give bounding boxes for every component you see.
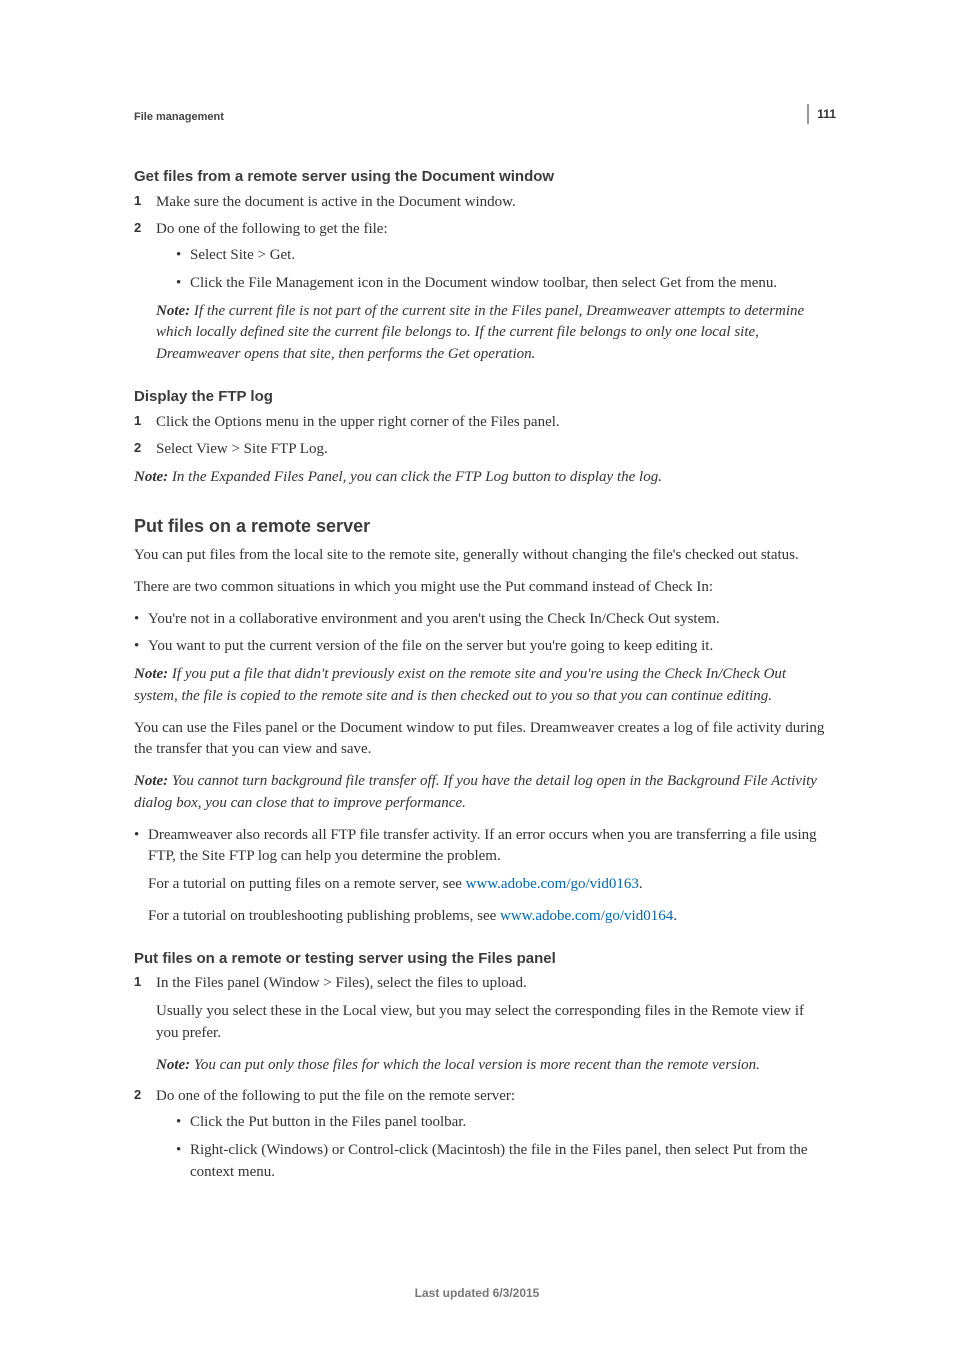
bullet-list: You're not in a collaborative environmen… bbox=[134, 609, 828, 659]
step-item: Do one of the following to put the file … bbox=[134, 1086, 828, 1183]
note-label: Note: bbox=[156, 303, 190, 319]
body-paragraph: There are two common situations in which… bbox=[134, 577, 828, 599]
step-text: Do one of the following to put the file … bbox=[156, 1088, 515, 1104]
note-label: Note: bbox=[134, 666, 168, 682]
sub-bullet-list: Click the Put button in the Files panel … bbox=[176, 1112, 828, 1183]
document-page: 111 File management Get files from a rem… bbox=[0, 0, 954, 1350]
list-item-text: Dreamweaver also records all FTP file tr… bbox=[148, 827, 817, 865]
steps-list: Make sure the document is active in the … bbox=[134, 192, 828, 366]
running-head: File management bbox=[134, 110, 828, 126]
page-number: 111 bbox=[807, 104, 836, 124]
note-paragraph: Note: In the Expanded Files Panel, you c… bbox=[134, 467, 828, 489]
body-paragraph: You can put files from the local site to… bbox=[134, 545, 828, 567]
sub-bullet-list: Select Site > Get. Click the File Manage… bbox=[176, 245, 828, 295]
section-heading-put-files-remote-server: Put files on a remote server bbox=[134, 513, 828, 539]
note-paragraph: Note: You can put only those files for w… bbox=[156, 1055, 828, 1077]
note-paragraph: Note: If the current file is not part of… bbox=[156, 301, 828, 366]
note-body: If the current file is not part of the c… bbox=[156, 303, 804, 363]
list-item: Right-click (Windows) or Control-click (… bbox=[176, 1140, 828, 1184]
list-item: Select Site > Get. bbox=[176, 245, 828, 267]
bullet-list: Dreamweaver also records all FTP file tr… bbox=[134, 825, 828, 928]
steps-list: In the Files panel (Window > Files), sel… bbox=[134, 973, 828, 1183]
steps-list: Click the Options menu in the upper righ… bbox=[134, 412, 828, 462]
body-paragraph: For a tutorial on troubleshooting publis… bbox=[148, 906, 828, 928]
step-item: Make sure the document is active in the … bbox=[134, 192, 828, 214]
text-run: . bbox=[673, 908, 677, 924]
body-paragraph: You can use the Files panel or the Docum… bbox=[134, 718, 828, 762]
note-paragraph: Note: You cannot turn background file tr… bbox=[134, 771, 828, 815]
step-text: Do one of the following to get the file: bbox=[156, 221, 388, 237]
step-text: In the Files panel (Window > Files), sel… bbox=[156, 975, 527, 991]
note-label: Note: bbox=[156, 1057, 190, 1073]
note-body: In the Expanded Files Panel, you can cli… bbox=[168, 469, 662, 485]
section-heading-get-files-document-window: Get files from a remote server using the… bbox=[134, 166, 828, 188]
step-item: In the Files panel (Window > Files), sel… bbox=[134, 973, 828, 1076]
section-heading-put-files-panel: Put files on a remote or testing server … bbox=[134, 948, 828, 970]
tutorial-link-vid0164[interactable]: www.adobe.com/go/vid0164 bbox=[500, 908, 673, 924]
note-body: If you put a file that didn't previously… bbox=[134, 666, 786, 704]
list-item: You want to put the current version of t… bbox=[134, 636, 828, 658]
step-item: Do one of the following to get the file:… bbox=[134, 219, 828, 366]
list-item: Dreamweaver also records all FTP file tr… bbox=[134, 825, 828, 928]
note-paragraph: Note: If you put a file that didn't prev… bbox=[134, 664, 828, 708]
text-run: . bbox=[639, 876, 643, 892]
step-item: Select View > Site FTP Log. bbox=[134, 439, 828, 461]
step-item: Click the Options menu in the upper righ… bbox=[134, 412, 828, 434]
list-item: Click the Put button in the Files panel … bbox=[176, 1112, 828, 1134]
body-paragraph: For a tutorial on putting files on a rem… bbox=[148, 874, 828, 896]
text-run: For a tutorial on putting files on a rem… bbox=[148, 876, 466, 892]
note-body: You cannot turn background file transfer… bbox=[134, 773, 817, 811]
note-body: You can put only those files for which t… bbox=[190, 1057, 760, 1073]
note-label: Note: bbox=[134, 773, 168, 789]
text-run: For a tutorial on troubleshooting publis… bbox=[148, 908, 500, 924]
body-paragraph: Usually you select these in the Local vi… bbox=[156, 1001, 828, 1045]
section-heading-display-ftp-log: Display the FTP log bbox=[134, 386, 828, 408]
note-label: Note: bbox=[134, 469, 168, 485]
list-item: You're not in a collaborative environmen… bbox=[134, 609, 828, 631]
list-item: Click the File Management icon in the Do… bbox=[176, 273, 828, 295]
page-footer-last-updated: Last updated 6/3/2015 bbox=[0, 1285, 954, 1302]
tutorial-link-vid0163[interactable]: www.adobe.com/go/vid0163 bbox=[466, 876, 639, 892]
